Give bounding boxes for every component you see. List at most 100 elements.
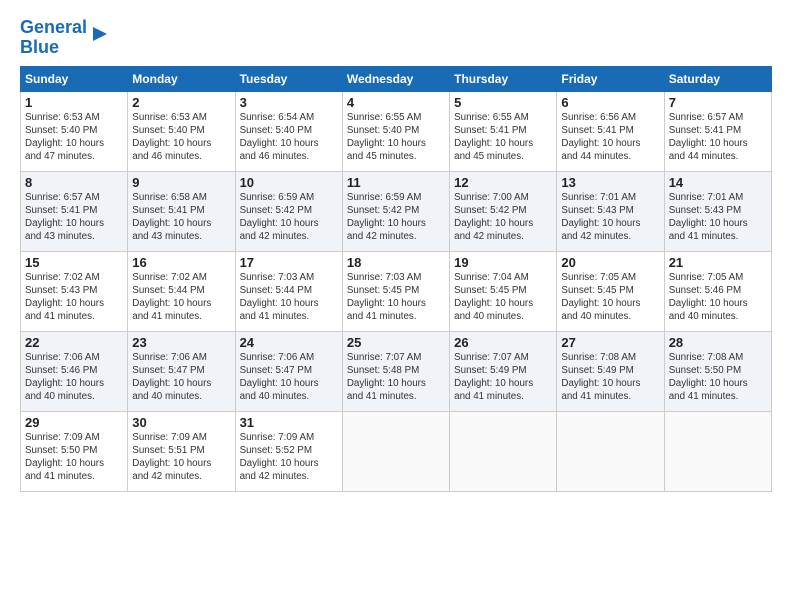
calendar-cell: 23Sunrise: 7:06 AM Sunset: 5:47 PM Dayli… <box>128 331 235 411</box>
day-info: Sunrise: 7:09 AM Sunset: 5:51 PM Dayligh… <box>132 431 230 484</box>
day-info: Sunrise: 6:56 AM Sunset: 5:41 PM Dayligh… <box>561 111 659 164</box>
calendar-cell <box>664 411 771 491</box>
day-info: Sunrise: 6:57 AM Sunset: 5:41 PM Dayligh… <box>25 191 123 244</box>
weekday-header-row: SundayMondayTuesdayWednesdayThursdayFrid… <box>21 66 772 91</box>
calendar-cell: 12Sunrise: 7:00 AM Sunset: 5:42 PM Dayli… <box>450 171 557 251</box>
day-info: Sunrise: 7:09 AM Sunset: 5:52 PM Dayligh… <box>240 431 338 484</box>
day-info: Sunrise: 7:00 AM Sunset: 5:42 PM Dayligh… <box>454 191 552 244</box>
day-info: Sunrise: 7:09 AM Sunset: 5:50 PM Dayligh… <box>25 431 123 484</box>
calendar-cell: 26Sunrise: 7:07 AM Sunset: 5:49 PM Dayli… <box>450 331 557 411</box>
day-number: 8 <box>25 175 123 190</box>
day-number: 31 <box>240 415 338 430</box>
day-info: Sunrise: 7:08 AM Sunset: 5:50 PM Dayligh… <box>669 351 767 404</box>
day-number: 16 <box>132 255 230 270</box>
weekday-header-friday: Friday <box>557 66 664 91</box>
calendar-cell: 19Sunrise: 7:04 AM Sunset: 5:45 PM Dayli… <box>450 251 557 331</box>
calendar-cell: 13Sunrise: 7:01 AM Sunset: 5:43 PM Dayli… <box>557 171 664 251</box>
calendar-cell: 15Sunrise: 7:02 AM Sunset: 5:43 PM Dayli… <box>21 251 128 331</box>
day-info: Sunrise: 6:59 AM Sunset: 5:42 PM Dayligh… <box>347 191 445 244</box>
day-number: 9 <box>132 175 230 190</box>
calendar-cell: 14Sunrise: 7:01 AM Sunset: 5:43 PM Dayli… <box>664 171 771 251</box>
weekday-header-wednesday: Wednesday <box>342 66 449 91</box>
day-info: Sunrise: 7:03 AM Sunset: 5:45 PM Dayligh… <box>347 271 445 324</box>
day-info: Sunrise: 6:59 AM Sunset: 5:42 PM Dayligh… <box>240 191 338 244</box>
calendar-cell: 10Sunrise: 6:59 AM Sunset: 5:42 PM Dayli… <box>235 171 342 251</box>
day-number: 2 <box>132 95 230 110</box>
calendar-cell: 20Sunrise: 7:05 AM Sunset: 5:45 PM Dayli… <box>557 251 664 331</box>
logo-text: GeneralBlue <box>20 18 87 58</box>
day-number: 21 <box>669 255 767 270</box>
day-number: 4 <box>347 95 445 110</box>
day-number: 14 <box>669 175 767 190</box>
day-number: 30 <box>132 415 230 430</box>
calendar-cell: 31Sunrise: 7:09 AM Sunset: 5:52 PM Dayli… <box>235 411 342 491</box>
logo-icon <box>89 23 111 45</box>
calendar-cell: 16Sunrise: 7:02 AM Sunset: 5:44 PM Dayli… <box>128 251 235 331</box>
day-number: 26 <box>454 335 552 350</box>
day-info: Sunrise: 7:07 AM Sunset: 5:48 PM Dayligh… <box>347 351 445 404</box>
day-number: 24 <box>240 335 338 350</box>
day-info: Sunrise: 7:02 AM Sunset: 5:43 PM Dayligh… <box>25 271 123 324</box>
calendar-cell: 5Sunrise: 6:55 AM Sunset: 5:41 PM Daylig… <box>450 91 557 171</box>
calendar-cell: 4Sunrise: 6:55 AM Sunset: 5:40 PM Daylig… <box>342 91 449 171</box>
calendar-header: SundayMondayTuesdayWednesdayThursdayFrid… <box>21 66 772 91</box>
weekday-header-thursday: Thursday <box>450 66 557 91</box>
day-info: Sunrise: 7:01 AM Sunset: 5:43 PM Dayligh… <box>561 191 659 244</box>
header: GeneralBlue <box>20 18 772 58</box>
weekday-header-sunday: Sunday <box>21 66 128 91</box>
day-info: Sunrise: 7:06 AM Sunset: 5:46 PM Dayligh… <box>25 351 123 404</box>
day-number: 3 <box>240 95 338 110</box>
day-number: 23 <box>132 335 230 350</box>
day-number: 5 <box>454 95 552 110</box>
day-info: Sunrise: 7:03 AM Sunset: 5:44 PM Dayligh… <box>240 271 338 324</box>
weekday-header-tuesday: Tuesday <box>235 66 342 91</box>
day-number: 1 <box>25 95 123 110</box>
calendar-table: SundayMondayTuesdayWednesdayThursdayFrid… <box>20 66 772 492</box>
calendar-cell <box>450 411 557 491</box>
calendar-cell: 18Sunrise: 7:03 AM Sunset: 5:45 PM Dayli… <box>342 251 449 331</box>
day-number: 29 <box>25 415 123 430</box>
day-info: Sunrise: 6:53 AM Sunset: 5:40 PM Dayligh… <box>25 111 123 164</box>
calendar-week-row: 8Sunrise: 6:57 AM Sunset: 5:41 PM Daylig… <box>21 171 772 251</box>
day-info: Sunrise: 6:55 AM Sunset: 5:40 PM Dayligh… <box>347 111 445 164</box>
calendar-cell: 30Sunrise: 7:09 AM Sunset: 5:51 PM Dayli… <box>128 411 235 491</box>
day-number: 10 <box>240 175 338 190</box>
calendar-cell: 17Sunrise: 7:03 AM Sunset: 5:44 PM Dayli… <box>235 251 342 331</box>
day-number: 28 <box>669 335 767 350</box>
day-info: Sunrise: 6:58 AM Sunset: 5:41 PM Dayligh… <box>132 191 230 244</box>
day-info: Sunrise: 7:01 AM Sunset: 5:43 PM Dayligh… <box>669 191 767 244</box>
day-number: 27 <box>561 335 659 350</box>
calendar-week-row: 29Sunrise: 7:09 AM Sunset: 5:50 PM Dayli… <box>21 411 772 491</box>
calendar-cell: 11Sunrise: 6:59 AM Sunset: 5:42 PM Dayli… <box>342 171 449 251</box>
calendar-cell <box>557 411 664 491</box>
calendar-cell: 3Sunrise: 6:54 AM Sunset: 5:40 PM Daylig… <box>235 91 342 171</box>
weekday-header-monday: Monday <box>128 66 235 91</box>
calendar-week-row: 1Sunrise: 6:53 AM Sunset: 5:40 PM Daylig… <box>21 91 772 171</box>
calendar-body: 1Sunrise: 6:53 AM Sunset: 5:40 PM Daylig… <box>21 91 772 491</box>
day-info: Sunrise: 7:06 AM Sunset: 5:47 PM Dayligh… <box>240 351 338 404</box>
logo: GeneralBlue <box>20 18 111 58</box>
day-info: Sunrise: 7:05 AM Sunset: 5:45 PM Dayligh… <box>561 271 659 324</box>
calendar-cell: 29Sunrise: 7:09 AM Sunset: 5:50 PM Dayli… <box>21 411 128 491</box>
day-info: Sunrise: 7:07 AM Sunset: 5:49 PM Dayligh… <box>454 351 552 404</box>
day-info: Sunrise: 6:53 AM Sunset: 5:40 PM Dayligh… <box>132 111 230 164</box>
calendar-cell: 9Sunrise: 6:58 AM Sunset: 5:41 PM Daylig… <box>128 171 235 251</box>
day-info: Sunrise: 7:05 AM Sunset: 5:46 PM Dayligh… <box>669 271 767 324</box>
calendar-cell <box>342 411 449 491</box>
day-number: 11 <box>347 175 445 190</box>
calendar-cell: 2Sunrise: 6:53 AM Sunset: 5:40 PM Daylig… <box>128 91 235 171</box>
calendar-week-row: 15Sunrise: 7:02 AM Sunset: 5:43 PM Dayli… <box>21 251 772 331</box>
calendar-cell: 25Sunrise: 7:07 AM Sunset: 5:48 PM Dayli… <box>342 331 449 411</box>
day-number: 15 <box>25 255 123 270</box>
day-info: Sunrise: 6:57 AM Sunset: 5:41 PM Dayligh… <box>669 111 767 164</box>
day-number: 25 <box>347 335 445 350</box>
day-number: 7 <box>669 95 767 110</box>
day-info: Sunrise: 6:55 AM Sunset: 5:41 PM Dayligh… <box>454 111 552 164</box>
calendar-cell: 7Sunrise: 6:57 AM Sunset: 5:41 PM Daylig… <box>664 91 771 171</box>
day-number: 13 <box>561 175 659 190</box>
day-number: 20 <box>561 255 659 270</box>
weekday-header-saturday: Saturday <box>664 66 771 91</box>
day-info: Sunrise: 7:02 AM Sunset: 5:44 PM Dayligh… <box>132 271 230 324</box>
day-number: 17 <box>240 255 338 270</box>
calendar-cell: 21Sunrise: 7:05 AM Sunset: 5:46 PM Dayli… <box>664 251 771 331</box>
